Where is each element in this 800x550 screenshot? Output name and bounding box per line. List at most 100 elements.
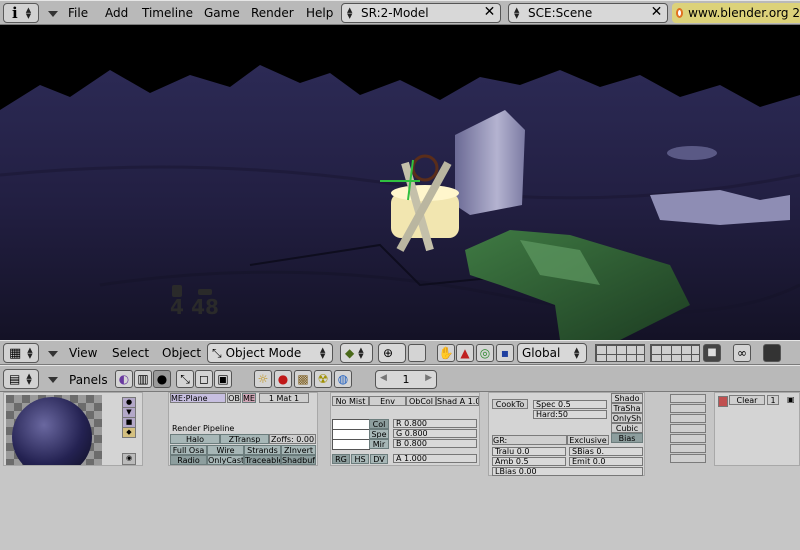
alpha-slider[interactable]: A 1.000: [393, 454, 477, 463]
ob-link-button[interactable]: OB: [227, 393, 241, 403]
texture-channel-6[interactable]: [670, 444, 706, 453]
traceable-button[interactable]: Traceable: [244, 455, 281, 465]
onlycast-button[interactable]: OnlyCast: [207, 455, 244, 465]
editor-type-button[interactable]: ▦ ▲ ▼: [3, 343, 39, 363]
lamp-icon[interactable]: ☼: [254, 370, 272, 388]
shading-context-icon[interactable]: ●: [153, 370, 171, 388]
exclusive-button[interactable]: Exclusive: [567, 435, 609, 445]
zinvert-button[interactable]: ZInvert: [281, 445, 316, 455]
color-swatch-mir[interactable]: [332, 439, 370, 450]
fake-user-icon[interactable]: ▣: [787, 395, 797, 405]
shadow-button[interactable]: Shado: [611, 393, 643, 403]
strands-button[interactable]: Strands: [244, 445, 281, 455]
draw-type-selector[interactable]: ◆ ▲ ▼: [340, 343, 373, 363]
menu-select[interactable]: Select: [112, 346, 149, 360]
translate-icon[interactable]: ▲: [456, 344, 474, 362]
collapse-menu-triangle-icon[interactable]: [48, 11, 58, 17]
texture-channel-3[interactable]: [670, 414, 706, 423]
col-button[interactable]: Col: [369, 419, 389, 429]
material-icon[interactable]: ●: [274, 370, 292, 388]
trasha-button[interactable]: TraSha: [611, 403, 643, 413]
render-icon[interactable]: [763, 344, 781, 362]
texture-channel-5[interactable]: [670, 434, 706, 443]
menu-timeline[interactable]: Timeline: [142, 6, 193, 20]
hardness-slider[interactable]: Hard:50: [533, 410, 607, 419]
mesh-name-field[interactable]: ME:Plane: [170, 393, 226, 403]
editor-type-button[interactable]: ▤ ▲ ▼: [3, 369, 39, 389]
editing-context-icon[interactable]: ◻: [195, 370, 213, 388]
menu-help[interactable]: Help: [306, 6, 333, 20]
rotate-icon[interactable]: ◎: [476, 344, 494, 362]
sbias-slider[interactable]: SBias 0.: [569, 447, 643, 456]
frame-next-arrow-icon[interactable]: ▶: [425, 373, 432, 383]
tralu-slider[interactable]: Tralu 0.0: [492, 447, 566, 456]
preview-monkey-icon[interactable]: ◆: [122, 427, 136, 438]
collapse-menu-triangle-icon[interactable]: [48, 351, 58, 357]
spec-shader-selector[interactable]: CookTo: [492, 399, 528, 409]
clear-texture-button[interactable]: Clear: [729, 395, 765, 405]
scene-name-field[interactable]: SCE:Scene: [528, 6, 592, 20]
lbias-slider[interactable]: LBias 0.00: [492, 467, 643, 476]
menu-object[interactable]: Object: [162, 346, 201, 360]
frame-counter[interactable]: ◀ 1 ▶: [375, 370, 437, 389]
spec-slider[interactable]: Spec 0.5: [533, 400, 607, 409]
env-button[interactable]: Env: [369, 396, 406, 406]
hsv-mode-button[interactable]: HS: [351, 454, 369, 464]
world-icon[interactable]: ◍: [334, 370, 352, 388]
menu-game[interactable]: Game: [204, 6, 240, 20]
screen-selector[interactable]: ▲ ▼ SR:2-Model ✕: [341, 3, 501, 23]
pivot-selector[interactable]: ⊕: [378, 343, 406, 363]
emit-slider[interactable]: Emit 0.0: [569, 457, 643, 466]
spe-button[interactable]: Spe: [369, 429, 389, 439]
texture-color-swatch[interactable]: [718, 396, 728, 407]
link-icon[interactable]: ∞: [733, 344, 751, 362]
layer-buttons-2[interactable]: [650, 344, 700, 362]
preview-sky-icon[interactable]: ◉: [122, 453, 136, 465]
orientation-selector[interactable]: Global ▲ ▼: [517, 343, 587, 363]
obcol-button[interactable]: ObCol: [406, 396, 436, 406]
info-window-type-button[interactable]: i ▲ ▼: [3, 3, 39, 23]
scene-selector[interactable]: ▲ ▼ SCE:Scene ✕: [508, 3, 668, 23]
zoffs-field[interactable]: Zoffs: 0.00: [269, 434, 316, 444]
menu-file[interactable]: File: [68, 6, 88, 20]
texture-channel-1[interactable]: [670, 394, 706, 403]
ztransp-button[interactable]: ZTransp: [220, 434, 269, 444]
ambient-slider[interactable]: Amb 0.5: [492, 457, 566, 466]
hand-manipulator-icon[interactable]: ✋: [437, 344, 455, 362]
me-link-button[interactable]: ME: [242, 393, 256, 403]
onlysh-button[interactable]: OnlySh: [611, 413, 643, 423]
halo-button[interactable]: Halo: [170, 434, 220, 444]
mode-selector[interactable]: ⤡ Object Mode ▲ ▼: [207, 343, 333, 363]
mir-button[interactable]: Mir: [369, 439, 389, 449]
no-mist-button[interactable]: No Mist: [332, 396, 369, 406]
full-osa-button[interactable]: Full Osa: [170, 445, 207, 455]
logic-context-icon[interactable]: ◐: [115, 370, 133, 388]
blue-slider[interactable]: B 0.800: [393, 439, 477, 448]
bias-button[interactable]: Bias: [611, 433, 643, 443]
texture-channel-7[interactable]: [670, 454, 706, 463]
radio-button[interactable]: Radio: [170, 455, 207, 465]
layer-buttons-1[interactable]: [595, 344, 645, 362]
script-context-icon[interactable]: ▥: [134, 370, 152, 388]
texture-channel-4[interactable]: [670, 424, 706, 433]
screen-name-field[interactable]: SR:2-Model: [361, 6, 429, 20]
delete-scene-icon[interactable]: ✕: [649, 5, 664, 20]
red-slider[interactable]: R 0.800: [393, 419, 477, 428]
wire-button[interactable]: Wire: [207, 445, 244, 455]
group-field[interactable]: GR:: [492, 435, 567, 445]
3d-viewport[interactable]: 4 48: [0, 25, 800, 340]
collapse-menu-triangle-icon[interactable]: [48, 377, 58, 383]
object-context-icon[interactable]: ⤡: [176, 370, 194, 388]
delete-screen-icon[interactable]: ✕: [482, 5, 497, 20]
scene-context-icon[interactable]: ▣: [214, 370, 232, 388]
scale-icon[interactable]: ▪: [496, 344, 514, 362]
cubic-button[interactable]: Cubic: [611, 423, 643, 433]
snap-icon[interactable]: [408, 344, 426, 362]
shadbuf-button[interactable]: Shadbuf: [281, 455, 316, 465]
shad-alpha-field[interactable]: Shad A 1.00: [436, 396, 479, 406]
blender-link[interactable]: www.blender.org 2: [672, 3, 800, 23]
lock-icon[interactable]: ■: [703, 344, 721, 362]
dyn-mode-button[interactable]: DV: [370, 454, 388, 464]
texture-users-field[interactable]: 1: [767, 395, 779, 405]
menu-render[interactable]: Render: [251, 6, 294, 20]
